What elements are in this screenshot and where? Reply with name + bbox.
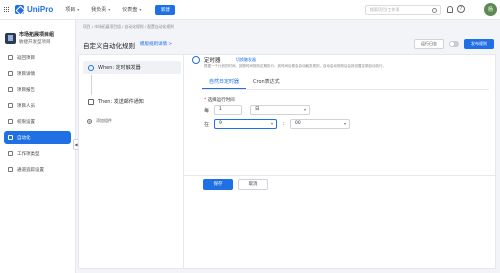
chevron-down-icon: ▾ [108,7,111,12]
page-title: 自定义自动化规则 [83,42,135,50]
plus-icon: + [87,118,92,124]
tab-cron-expression[interactable]: Cron表达式 [246,78,287,89]
app-name: UniPro [27,5,54,14]
mail-icon [88,98,94,105]
sidebar-item-tracking[interactable]: 通道追踪设置 [4,163,71,176]
project-icon [5,32,16,44]
report-icon [8,87,13,92]
search-icon [432,7,437,13]
project-subtitle: 敏捷开发型项目 [19,40,51,45]
add-component-button[interactable]: + 添加组件 [87,118,112,124]
new-button[interactable]: 新建 [155,4,176,15]
panel-description: 根据一个计划的时间，按照时间规则定期执行，到时间后便会自动触发规则，自动启动规则… [204,64,386,68]
step-connector [91,75,92,95]
run-log-button[interactable]: 运行日志 [414,39,444,49]
tabs-underline [202,89,489,90]
help-icon[interactable]: ? [457,5,465,13]
nav-projects[interactable]: 项目 ▾ [65,6,79,13]
sidebar-item-automation[interactable]: 自动化 [4,131,71,144]
step-when-label: When: 定时触发器 [98,65,141,71]
detail-icon [8,71,13,76]
sidebar-item-report[interactable]: 项目报告 [4,83,71,96]
sidebar-item-label: 返回项目 [17,55,35,61]
breadcrumb: 项目 / 市场拓展项目组 / 自动化规则 / 配置自动化规则 [83,24,174,29]
rule-editor-card [78,54,496,269]
permission-icon [8,119,13,124]
minute-value: 00 [295,121,301,126]
interval-unit-select[interactable]: 日 ▾ [250,105,310,115]
top-nav: 项目 ▾ 我负责 ▾ 仪表盘 ▾ [65,6,153,13]
automation-icon [8,135,13,140]
step-then-label: Then: 发送邮件通知 [98,99,144,105]
sidebar: 市场拓展项目组 敏捷开发型项目 返回项目 项目详情 项目报告 项目人员 权限设置… [0,20,76,273]
footer-divider [184,175,496,176]
run-time-label: * 选择运行时间 [204,97,235,103]
sidebar-item-back[interactable]: 返回项目 [4,51,71,64]
sidebar-item-label: 项目详情 [17,71,35,77]
publish-button[interactable]: 发布规则 [464,39,494,49]
interval-unit-value: 日 [255,107,260,112]
rule-enable-toggle[interactable] [449,41,459,47]
project-name: 市场拓展项目组 [19,32,55,38]
minute-select[interactable]: 00 ▾ [290,119,350,129]
chevron-down-icon: ▾ [139,7,142,12]
app-grid-icon[interactable] [4,6,10,13]
sidebar-item-label: 工作项类型 [17,151,40,157]
trigger-tabs: 自然日定时器 Cron表达式 [202,78,287,89]
every-label: 每 [204,108,210,114]
clock-icon [88,64,94,71]
chevron-down-icon: ▾ [343,121,346,126]
sidebar-item-label: 权限设置 [17,119,35,125]
sidebar-item-label: 通道追踪设置 [17,167,44,173]
sidebar-item-permission[interactable]: 权限设置 [4,115,71,128]
type-icon [8,151,13,156]
chevron-down-icon: ▾ [77,7,80,12]
logo[interactable]: UniPro [15,5,53,14]
nav-mine[interactable]: 我负责 ▾ [91,6,110,13]
sidebar-item-label: 项目人员 [17,103,35,109]
sidebar-menu: 返回项目 项目详情 项目报告 项目人员 权限设置 自动化 工作项类型 通道追踪设… [0,51,75,176]
cancel-button[interactable]: 取消 [238,179,268,190]
required-mark: * [204,98,207,103]
tab-natural-day-timer[interactable]: 自然日定时器 [202,78,247,89]
time-colon: : [283,121,285,127]
timer-icon [192,56,200,64]
search-input[interactable]: 搜索项目/工作项 [365,5,441,15]
chevron-down-icon: ▾ [270,121,273,126]
template-detail-link[interactable]: 模版规则详情 > [140,41,172,47]
avatar[interactable]: 杨 [484,3,497,16]
nav-dashboard-label: 仪表盘 [122,7,138,13]
chevron-down-icon: ▾ [303,107,306,112]
add-component-label: 添加组件 [96,118,112,123]
hour-value: 9 [219,121,222,126]
run-time-label-text: 选择运行时间 [207,98,235,103]
switch-trigger-link[interactable]: 切换触发器 [236,57,256,63]
step-then[interactable]: Then: 发送邮件通知 [83,95,181,108]
divider [183,54,184,269]
sidebar-item-people[interactable]: 项目人员 [4,99,71,112]
logo-icon [15,5,24,14]
save-button[interactable]: 保存 [203,179,233,190]
sidebar-item-work-type[interactable]: 工作项类型 [4,147,71,160]
hour-select[interactable]: 9 ▾ [214,119,277,129]
tracking-icon [8,167,13,172]
step-when[interactable]: When: 定时触发器 [83,61,181,74]
panel-title: 定时器 [204,58,221,64]
at-label: 在 [204,122,210,128]
notification-bell-icon[interactable] [447,6,453,13]
sidebar-item-detail[interactable]: 项目详情 [4,67,71,80]
nav-dashboard[interactable]: 仪表盘 ▾ [122,6,141,13]
sidebar-item-label: 项目报告 [17,87,35,93]
people-icon [8,103,13,108]
search-placeholder: 搜索项目/工作项 [370,7,400,12]
sidebar-item-label: 自动化 [17,135,31,141]
nav-mine-label: 我负责 [91,7,107,13]
nav-projects-label: 项目 [65,7,76,13]
interval-input[interactable]: 1 [214,105,242,115]
back-icon [8,55,13,60]
project-header: 市场拓展项目组 敏捷开发型项目 [0,20,75,45]
